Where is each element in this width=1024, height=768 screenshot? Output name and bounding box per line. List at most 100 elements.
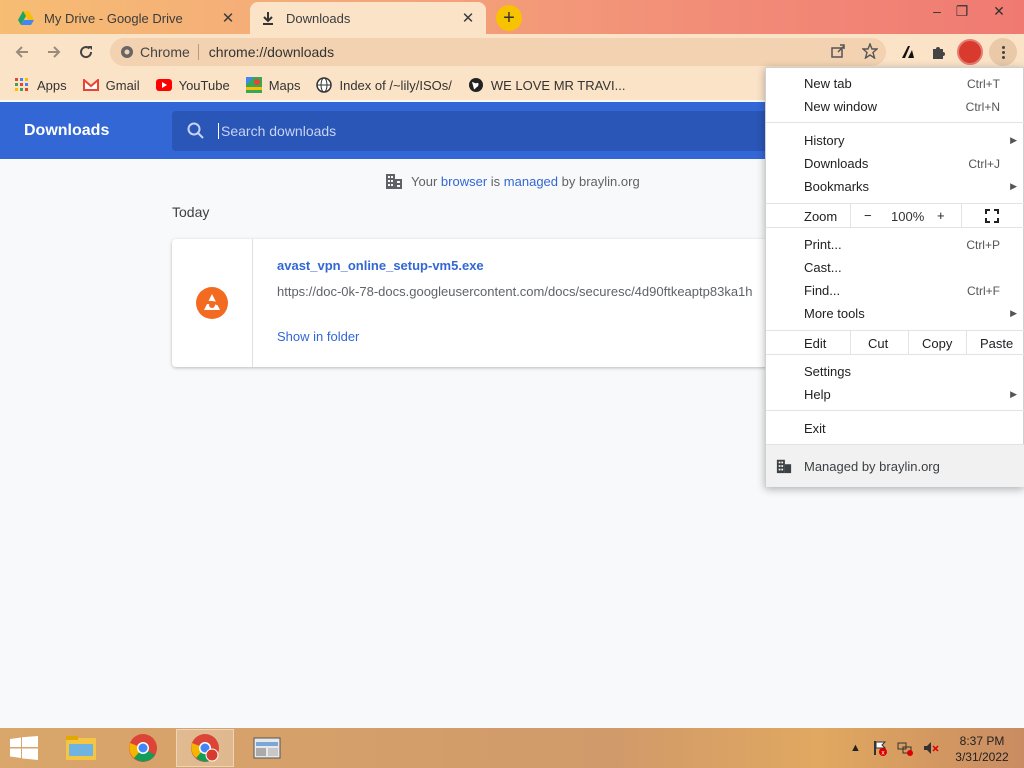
menu-item-more-tools[interactable]: More tools ▶ [766,302,1024,325]
zoom-out-button[interactable]: − [864,208,872,223]
menu-shortcut: Ctrl+N [965,99,1000,114]
close-window-button[interactable]: ✕ [982,0,1016,22]
windows-start-icon[interactable] [10,736,38,760]
browser-link[interactable]: browser [441,174,487,189]
volume-muted-icon[interactable] [923,740,939,756]
submenu-arrow-icon: ▶ [1010,308,1017,318]
menu-divider [766,410,1024,411]
folder-icon [66,736,96,760]
maps-icon [245,77,262,93]
bookmark-label: Index of /~lily/ISOs/ [339,77,452,93]
menu-edit-row: Edit Cut Copy Paste [766,330,1024,355]
fullscreen-icon[interactable] [985,209,999,223]
windows-taskbar: ▲ x 8:37 PM 3/31/2022 [0,728,1024,768]
search-downloads-bar[interactable] [172,111,812,151]
taskbar-file-explorer[interactable] [52,729,110,767]
taskbar-chrome-profile[interactable] [176,729,234,767]
chrome-menu-button[interactable] [989,38,1017,66]
paste-button[interactable]: Paste [980,336,1013,351]
globe-icon [468,77,484,93]
menu-label: Cast... [804,260,842,275]
bookmark-we-love[interactable]: WE LOVE MR TRAVI... [468,77,626,93]
chrome-icon [191,734,219,762]
menu-divider [966,330,967,355]
reload-button[interactable] [72,38,100,66]
bookmark-index-isos[interactable]: Index of /~lily/ISOs/ [316,77,452,93]
menu-item-settings[interactable]: Settings [766,360,1024,383]
avast-file-icon [196,287,228,319]
menu-item-new-tab[interactable]: New tab Ctrl+T [766,72,1024,95]
taskbar-clock[interactable]: 8:37 PM 3/31/2022 [950,733,1014,765]
submenu-arrow-icon: ▶ [1010,135,1017,145]
bookmark-label: YouTube [178,77,230,93]
address-bar[interactable]: Chrome chrome://downloads [110,38,886,66]
restore-button[interactable]: ❐ [945,0,979,22]
managed-text: Your [411,173,438,189]
dot [1001,55,1005,59]
bookmark-youtube[interactable]: YouTube [155,77,230,93]
close-tab-icon[interactable]: ✕ [220,10,236,27]
show-hidden-icons-icon[interactable]: ▲ [850,742,861,754]
clock-date: 3/31/2022 [955,750,1009,764]
file-icon-column [172,239,253,367]
dot [1001,45,1005,49]
bookmark-star-icon[interactable] [862,43,878,59]
menu-shortcut: Ctrl+F [967,283,1000,298]
menu-item-history[interactable]: History ▶ [766,129,1024,152]
managed-link[interactable]: managed [504,174,558,189]
menu-item-print[interactable]: Print... Ctrl+P [766,233,1024,256]
gmail-icon [82,77,99,93]
show-in-folder-link[interactable]: Show in folder [277,329,359,344]
menu-item-new-window[interactable]: New window Ctrl+N [766,95,1024,118]
menu-item-exit[interactable]: Exit [766,417,1024,440]
menu-item-help[interactable]: Help ▶ [766,383,1024,406]
close-tab-icon[interactable]: ✕ [460,10,476,27]
menu-item-bookmarks[interactable]: Bookmarks ▶ [766,175,1024,198]
search-input[interactable] [218,123,618,139]
share-icon[interactable] [830,43,846,59]
menu-label: Downloads [804,156,869,171]
bookmark-apps[interactable]: Apps [14,77,67,93]
menu-shortcut: Ctrl+P [966,237,1000,252]
back-arrow-icon [15,46,28,58]
submenu-arrow-icon: ▶ [1010,181,1017,191]
tab-title: My Drive - Google Drive [44,10,183,26]
search-icon [187,122,204,139]
menu-item-managed[interactable]: Managed by braylin.org [766,444,1024,487]
chrome-icon [121,46,133,58]
menu-label: Managed by braylin.org [804,458,940,474]
forward-button[interactable] [40,38,68,66]
download-filename-link[interactable]: avast_vpn_online_setup-vm5.exe [277,258,484,273]
bookmark-label: Apps [37,77,67,93]
tab-strip: My Drive - Google Drive ✕ Downloads ✕ + … [0,0,1024,34]
menu-divider [850,330,851,355]
cut-button[interactable]: Cut [868,336,888,351]
page-title: Downloads [24,122,110,139]
download-source-url[interactable]: https://doc-0k-78-docs.googleusercontent… [277,284,753,299]
menu-item-find[interactable]: Find... Ctrl+F [766,279,1024,302]
menu-label: Find... [804,283,841,298]
menu-label: New window [804,99,877,114]
profile-avatar[interactable] [957,39,983,65]
menu-item-cast[interactable]: Cast... [766,256,1024,279]
action-center-flag-icon[interactable]: x [871,740,887,756]
bookmark-label: WE LOVE MR TRAVI... [490,77,626,93]
site-info-chip[interactable]: Chrome [120,44,199,60]
zoom-label: Zoom [804,209,838,224]
new-tab-button[interactable]: + [496,5,522,31]
apps-grid-icon [14,77,30,93]
copy-button[interactable]: Copy [922,336,952,351]
tab-google-drive[interactable]: My Drive - Google Drive ✕ [8,2,246,34]
url-text[interactable]: chrome://downloads [199,44,334,60]
zoom-in-button[interactable]: + [937,208,945,223]
tab-downloads[interactable]: Downloads ✕ [250,2,486,34]
taskbar-chrome[interactable] [114,729,172,767]
extension-button[interactable] [894,38,922,66]
taskbar-control-panel[interactable] [238,729,296,767]
network-icon[interactable] [897,740,913,756]
back-button[interactable] [8,38,36,66]
menu-item-downloads[interactable]: Downloads Ctrl+J [766,152,1024,175]
bookmark-maps[interactable]: Maps [245,77,300,93]
bookmark-gmail[interactable]: Gmail [82,77,140,93]
extensions-menu-button[interactable] [924,38,952,66]
